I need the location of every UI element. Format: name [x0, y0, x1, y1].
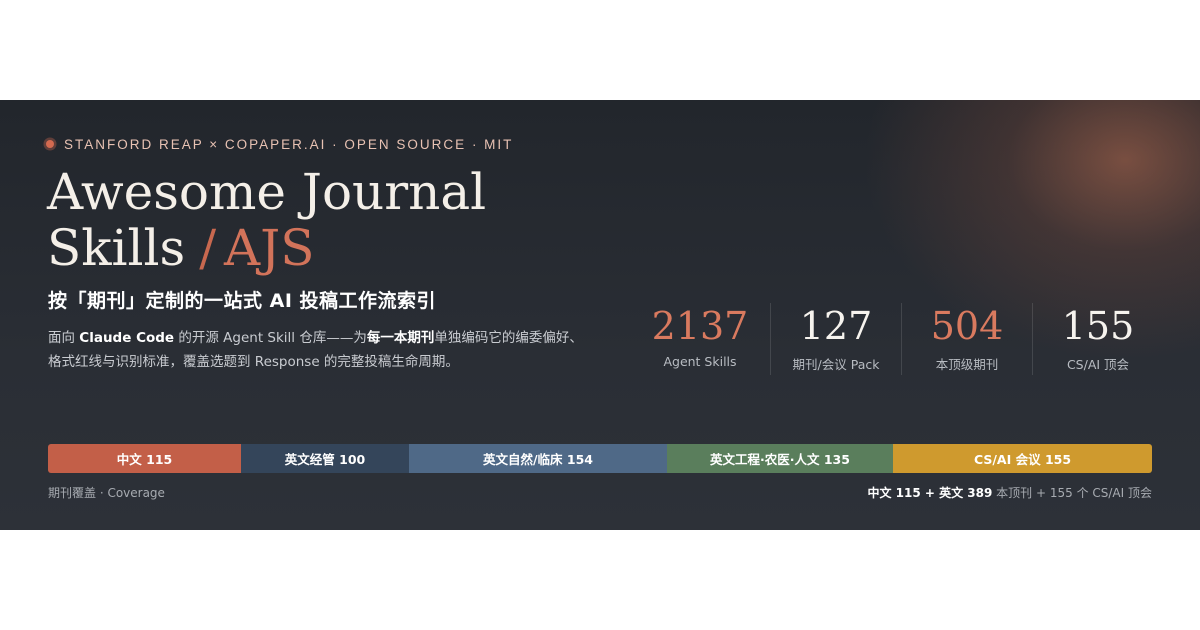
summary-chinese: 中文 115 — [867, 486, 921, 500]
summary-english: 英文 389 — [939, 486, 993, 500]
summary-rest: 本顶刊 + 155 个 CS/AI 顶会 — [992, 486, 1152, 500]
stat-value: 2137 — [651, 304, 749, 348]
title-slash: / — [199, 219, 217, 277]
coverage-caption: 期刊覆盖 · Coverage — [48, 486, 165, 500]
description: 面向 Claude Code 的开源 Agent Skill 仓库——为每一本期… — [48, 326, 588, 374]
desc-bold-claude-code: Claude Code — [79, 330, 175, 346]
stat-label: CS/AI 顶会 — [1066, 357, 1130, 372]
title-line-2: Skills / AJS — [47, 220, 486, 276]
stat-value: 504 — [930, 304, 1004, 348]
stat-label: 期刊/会议 Pack — [792, 357, 880, 372]
title-skills: Skills — [47, 219, 186, 277]
desc-part-1: 面向 — [48, 330, 80, 346]
coverage-summary: 中文 115 + 英文 389 本顶刊 + 155 个 CS/AI 顶会 — [867, 484, 1152, 501]
hero-banner: STANFORD REAP × COPAPER.AI · OPEN SOURCE… — [0, 100, 1200, 530]
desc-bold-each-journal: 每一本期刊 — [366, 330, 435, 346]
stat-top-journals: 504 本顶级期刊 — [901, 303, 1032, 375]
coverage-segment: 英文工程·农医·人文 135 — [667, 444, 893, 473]
tagline-row: STANFORD REAP × COPAPER.AI · OPEN SOURCE… — [46, 134, 513, 154]
coverage-segment: 英文经管 100 — [241, 444, 409, 473]
stat-label: Agent Skills — [663, 354, 737, 369]
summary-plus: + — [920, 486, 940, 500]
desc-part-2: 的开源 Agent Skill 仓库——为 — [174, 330, 367, 346]
tagline: STANFORD REAP × COPAPER.AI · OPEN SOURCE… — [64, 136, 514, 152]
page-title: Awesome Journal Skills / AJS — [47, 164, 486, 276]
stat-agent-skills: 2137 Agent Skills — [630, 303, 770, 375]
stat-value: 127 — [799, 304, 873, 348]
stat-label: 本顶级期刊 — [935, 357, 999, 372]
stat-cs-ai-conferences: 155 CS/AI 顶会 — [1032, 303, 1163, 375]
coverage-segment: 英文自然/临床 154 — [409, 444, 667, 473]
status-dot-icon — [46, 140, 54, 148]
title-line-1: Awesome Journal — [47, 163, 487, 221]
coverage-segment: CS/AI 会议 155 — [893, 444, 1152, 473]
stat-journal-packs: 127 期刊/会议 Pack — [770, 303, 901, 375]
coverage-segment: 中文 115 — [48, 444, 241, 473]
coverage-bar: 中文 115 英文经管 100 英文自然/临床 154 英文工程·农医·人文 135 C… — [48, 444, 1152, 473]
subtitle: 按「期刊」定制的一站式 AI 投稿工作流索引 — [48, 290, 437, 312]
stat-value: 155 — [1061, 304, 1135, 348]
title-abbreviation: AJS — [224, 219, 315, 277]
stats-row: 2137 Agent Skills 127 期刊/会议 Pack 504 本顶级… — [630, 303, 1163, 375]
